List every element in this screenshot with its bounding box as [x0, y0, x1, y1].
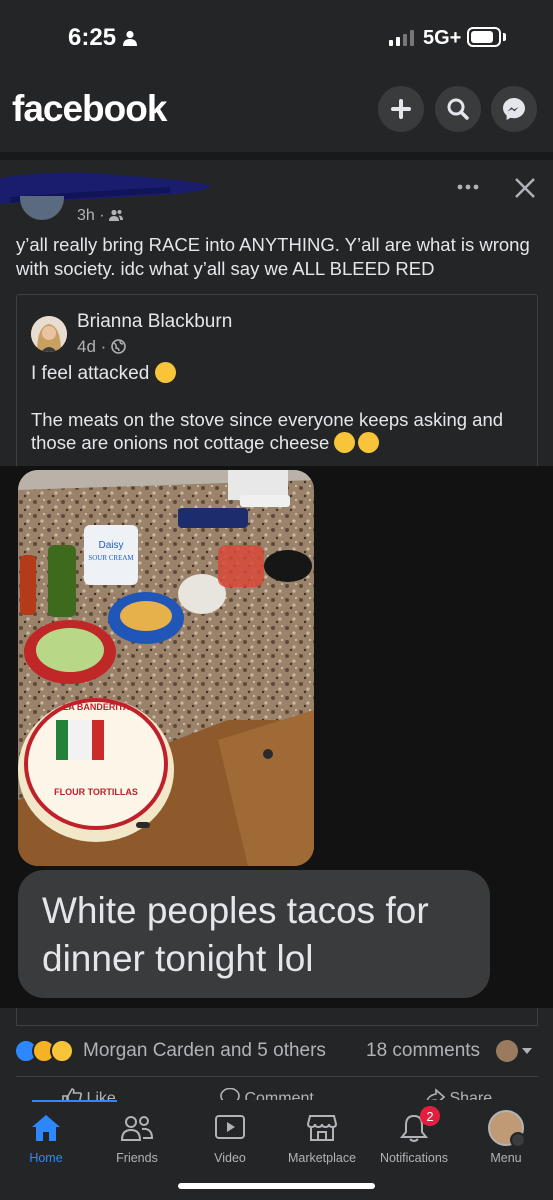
- more-icon[interactable]: [455, 175, 481, 195]
- tab-notifications[interactable]: Notifications: [369, 1108, 459, 1165]
- active-tab-indicator: [32, 1100, 117, 1102]
- profile-avatar: [488, 1110, 526, 1148]
- friends-icon: [109, 209, 124, 221]
- friends-icon: [120, 1116, 154, 1141]
- close-icon[interactable]: [512, 175, 538, 201]
- shared-author-name[interactable]: Brianna Blackburn: [77, 311, 232, 333]
- shared-time[interactable]: 4d: [77, 337, 96, 356]
- home-indicator: [178, 1183, 375, 1189]
- tortilla-kind-label: FLOUR TORTILLAS: [54, 787, 138, 797]
- post-meta: 3h ·: [77, 207, 124, 225]
- reaction-icons[interactable]: [14, 1039, 74, 1063]
- shared-meta: 4d ·: [77, 337, 126, 357]
- globe-icon: [111, 339, 126, 354]
- viewer-avatar[interactable]: [496, 1040, 518, 1062]
- tortilla-brand-label: LA BANDERITA: [63, 702, 130, 712]
- tab-menu[interactable]: Menu: [461, 1108, 551, 1165]
- taco-photo[interactable]: Daisy SOUR CREAM FLOUR TORTILLAS LA BAND…: [18, 470, 314, 866]
- battery-icon: [467, 27, 501, 47]
- person-icon: [123, 30, 137, 46]
- sour-cream-sublabel: SOUR CREAM: [88, 554, 134, 562]
- caption-text: White peoples tacos for dinner tonight l…: [42, 890, 429, 979]
- notifications-badge: 2: [420, 1106, 440, 1126]
- search-button[interactable]: [435, 86, 481, 132]
- shared-text-line2: The meats on the stove since everyone ke…: [31, 409, 504, 453]
- tab-friends[interactable]: Friends: [92, 1108, 182, 1165]
- status-time: 6:25: [68, 24, 117, 51]
- video-icon: [215, 1115, 245, 1139]
- tab-home[interactable]: Home: [1, 1108, 91, 1165]
- shared-author-avatar[interactable]: [31, 316, 67, 352]
- shocked-emoji-icon: [358, 432, 380, 453]
- haha-icon: [50, 1039, 74, 1063]
- reaction-summary[interactable]: Morgan Carden and 5 others: [83, 1040, 326, 1062]
- sour-cream-label: Daisy: [98, 540, 123, 551]
- chevron-down-icon[interactable]: [521, 1047, 533, 1055]
- plus-icon: [391, 99, 411, 119]
- messenger-icon: [503, 98, 525, 120]
- messenger-button[interactable]: [491, 86, 537, 132]
- joy-emoji-icon: [154, 362, 176, 383]
- comments-count[interactable]: 18 comments: [366, 1040, 480, 1062]
- signal-icon: [389, 30, 414, 46]
- tab-video[interactable]: Video: [185, 1108, 275, 1165]
- tab-marketplace[interactable]: Marketplace: [277, 1108, 367, 1165]
- shared-text-line1: I feel attacked: [31, 362, 176, 385]
- search-icon: [447, 98, 469, 120]
- post-text: y’all really bring RACE into ANYTHING. Y…: [16, 234, 530, 279]
- home-icon: [32, 1115, 60, 1141]
- joy-emoji-icon: [334, 432, 356, 453]
- facebook-logo[interactable]: facebook: [12, 88, 167, 130]
- network-label: 5G+: [423, 27, 462, 49]
- post-time[interactable]: 3h: [77, 207, 95, 224]
- create-button[interactable]: [378, 86, 424, 132]
- marketplace-icon: [306, 1115, 338, 1141]
